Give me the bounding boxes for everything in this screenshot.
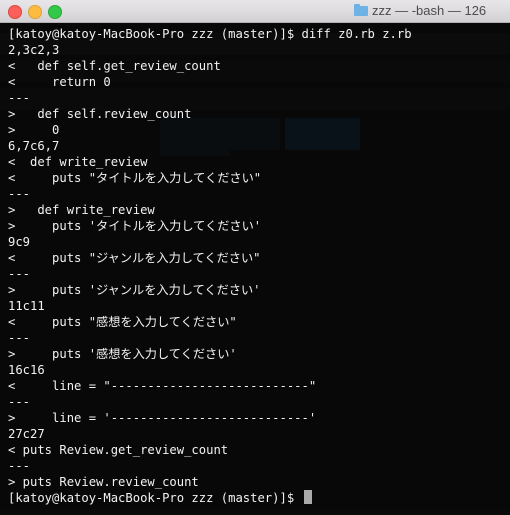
terminal-output[interactable]: [katoy@katoy-MacBook-Pro zzz (master)]$ … [0, 23, 510, 515]
terminal-line: 11c11 [8, 299, 45, 313]
terminal-line: < puts "感想を入力してください" [8, 315, 237, 329]
terminal-line: > def write_review [8, 203, 155, 217]
terminal-line: > puts 'ジャンルを入力してください' [8, 283, 261, 297]
terminal-line: < puts "タイトルを入力してください" [8, 171, 262, 185]
terminal-line: < puts Review.get_review_count [8, 443, 229, 457]
terminal-line: > puts '感想を入力してください' [8, 347, 237, 361]
terminal-line: 16c16 [8, 363, 45, 377]
terminal-prompt-line[interactable]: [katoy@katoy-MacBook-Pro zzz (master)]$ [8, 490, 510, 506]
terminal-line: < def write_review [8, 155, 148, 169]
terminal-line: 9c9 [8, 235, 31, 249]
terminal-line: 6,7c6,7 [8, 139, 60, 153]
terminal-line: 2,3c2,3 [8, 43, 60, 57]
terminal-cursor [303, 490, 312, 504]
terminal-line: < return 0 [8, 75, 111, 89]
terminal-line: --- [8, 459, 31, 473]
minimize-button[interactable] [28, 5, 42, 19]
terminal-line: > puts 'タイトルを入力してください' [8, 219, 262, 233]
terminal-prompt: [katoy@katoy-MacBook-Pro zzz (master)]$ [8, 491, 302, 505]
terminal-line: > def self.review_count [8, 107, 192, 121]
window-title: zzz — -bash — 126 [372, 3, 487, 18]
terminal-line: --- [8, 395, 31, 409]
zoom-button[interactable] [48, 5, 62, 19]
terminal-line: --- [8, 267, 31, 281]
terminal-line: < puts "ジャンルを入力してください" [8, 251, 261, 265]
terminal-line: > line = '---------------------------' [8, 411, 317, 425]
terminal-line: --- [8, 91, 31, 105]
terminal-line: < line = "---------------------------" [8, 379, 317, 393]
folder-icon [354, 4, 368, 16]
terminal-line: --- [8, 331, 31, 345]
terminal-line: 27c27 [8, 427, 45, 441]
terminal-line: > puts Review.review_count [8, 475, 199, 489]
terminal-line: > 0 [8, 123, 60, 137]
close-button[interactable] [8, 5, 22, 19]
terminal-line: --- [8, 187, 31, 201]
window-title-bar[interactable]: zzz — -bash — 126 [0, 0, 510, 23]
terminal-line: [katoy@katoy-MacBook-Pro zzz (master)]$ … [8, 27, 412, 41]
terminal-line: < def self.get_review_count [8, 59, 221, 73]
